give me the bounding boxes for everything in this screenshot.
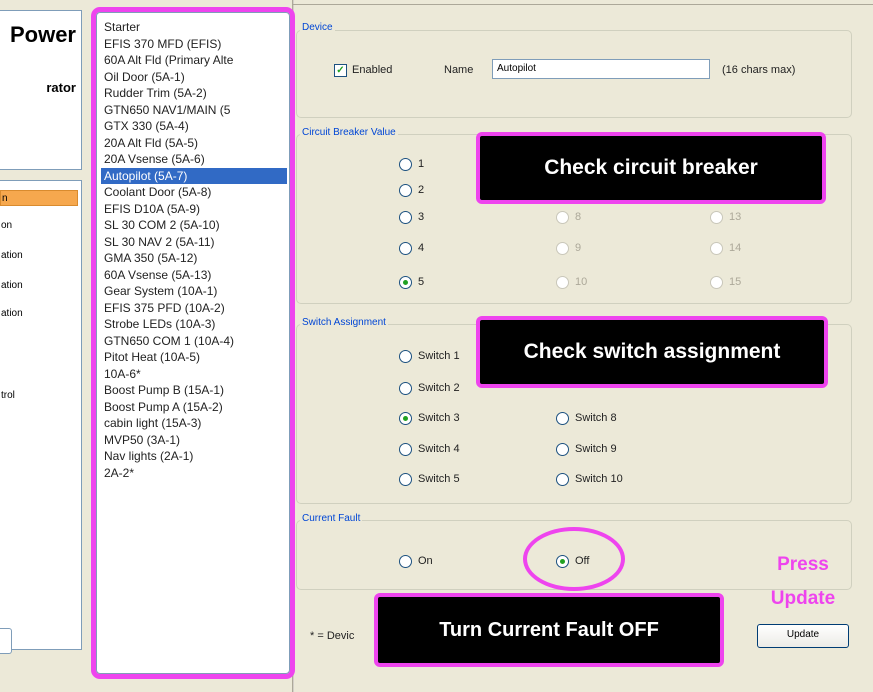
breaker-option-radio (710, 211, 723, 224)
switch-option-radio[interactable] (556, 443, 569, 456)
device-list-item[interactable]: Gear System (10A-1) (101, 283, 287, 300)
breaker-option-label: 4 (418, 242, 425, 254)
breaker-option-label: 3 (418, 211, 425, 223)
device-list-item[interactable]: 20A Alt Fld (5A-5) (101, 135, 287, 152)
enabled-checkbox[interactable]: ✓ (334, 64, 347, 77)
switch-option-label: Switch 10 (575, 473, 623, 485)
device-list-item[interactable]: 2A-2* (101, 465, 287, 482)
device-list-item[interactable]: MVP50 (3A-1) (101, 432, 287, 449)
device-list-item[interactable]: 10A-6* (101, 366, 287, 383)
breaker-group-label: Circuit Breaker Value (300, 127, 398, 138)
switch-option-label: Switch 2 (418, 382, 460, 394)
callout-check-breaker: Check circuit breaker (476, 132, 826, 204)
splitter[interactable] (292, 0, 294, 692)
device-list-item[interactable]: EFIS D10A (5A-9) (101, 201, 287, 218)
breaker-option-radio (556, 276, 569, 289)
nav-item-selected[interactable]: n (0, 190, 78, 206)
breaker-option-radio[interactable] (399, 184, 412, 197)
device-list-item[interactable]: Rudder Trim (5A-2) (101, 85, 287, 102)
switch-group-label: Switch Assignment (300, 317, 388, 328)
switch-option-radio[interactable] (399, 473, 412, 486)
top-divider (292, 4, 873, 5)
breaker-option-label: 2 (418, 184, 425, 196)
device-list-item[interactable]: 60A Vsense (5A-13) (101, 267, 287, 284)
fault-on-radio[interactable] (399, 555, 412, 568)
device-list-item[interactable]: Boost Pump A (15A-2) (101, 399, 287, 416)
app-title: Power (9, 22, 76, 47)
update-button[interactable]: Update (757, 624, 849, 648)
device-list-item[interactable]: SL 30 COM 2 (5A-10) (101, 217, 287, 234)
device-group-label: Device (300, 22, 335, 33)
breaker-option-radio (556, 211, 569, 224)
device-list-item[interactable]: 60A Alt Fld (Primary Alte (101, 52, 287, 69)
breaker-option-radio (710, 276, 723, 289)
device-list-item[interactable]: GTN650 NAV1/MAIN (5 (101, 102, 287, 119)
breaker-option-label: 9 (575, 242, 582, 254)
device-list-item[interactable]: Autopilot (5A-7) (101, 167, 287, 184)
callout-check-switch: Check switch assignment (476, 316, 828, 388)
switch-option-radio[interactable] (399, 443, 412, 456)
device-list-item[interactable]: GTN650 COM 1 (10A-4) (101, 333, 287, 350)
breaker-option-radio (710, 242, 723, 255)
nav-item[interactable]: trol (0, 388, 78, 404)
breaker-option-label: 5 (418, 276, 425, 288)
breaker-option-radio[interactable] (399, 211, 412, 224)
device-list-item[interactable]: Starter (101, 19, 287, 36)
switch-option-label: Switch 9 (575, 443, 617, 455)
press-text: Press (777, 554, 829, 575)
device-list-item[interactable]: GMA 350 (5A-12) (101, 250, 287, 267)
breaker-option-radio[interactable] (399, 158, 412, 171)
device-list-item[interactable]: Strobe LEDs (10A-3) (101, 316, 287, 333)
breaker-option-label: 10 (575, 276, 588, 288)
device-list-item[interactable]: Pitot Heat (10A-5) (101, 349, 287, 366)
switch-option-label: Switch 3 (418, 412, 460, 424)
enabled-label: Enabled (352, 64, 393, 76)
breaker-option-label: 15 (729, 276, 742, 288)
breaker-option-label: 14 (729, 242, 742, 254)
switch-option-radio[interactable] (399, 382, 412, 395)
update-text: Update (770, 588, 836, 609)
fault-on-label: On (418, 555, 433, 567)
switch-option-label: Switch 4 (418, 443, 460, 455)
switch-option-label: Switch 8 (575, 412, 617, 424)
device-list[interactable]: Starter EFIS 370 MFD (EFIS) 60A Alt Fld (P… (91, 7, 295, 679)
left-panel-button[interactable] (0, 628, 12, 654)
device-list-item[interactable]: Nav lights (2A-1) (101, 448, 287, 465)
device-list-item[interactable]: 20A Vsense (5A-6) (101, 151, 287, 168)
nav-item[interactable]: ation (0, 306, 78, 322)
app-subtitle: rator (46, 80, 76, 95)
nav-item[interactable]: ation (0, 278, 78, 294)
callout-turn-fault-off: Turn Current Fault OFF (374, 593, 724, 667)
breaker-option-radio (556, 242, 569, 255)
fault-group-label: Current Fault (300, 513, 363, 524)
name-hint: (16 chars max) (722, 64, 796, 76)
name-label: Name (444, 64, 474, 76)
device-list-item[interactable]: Boost Pump B (15A-1) (101, 382, 287, 399)
breaker-option-radio[interactable] (399, 276, 412, 289)
off-highlight-circle (523, 527, 625, 591)
switch-option-radio[interactable] (399, 350, 412, 363)
switch-option-label: Switch 1 (418, 350, 460, 362)
nav-item[interactable]: on (0, 218, 78, 234)
device-list-item[interactable]: cabin light (15A-3) (101, 415, 287, 432)
device-list-item[interactable]: EFIS 370 MFD (EFIS) (101, 36, 287, 53)
switch-option-radio[interactable] (556, 473, 569, 486)
device-list-items: Starter EFIS 370 MFD (EFIS) 60A Alt Fld (P… (101, 19, 287, 481)
switch-option-label: Switch 5 (418, 473, 460, 485)
device-list-item[interactable]: Coolant Door (5A-8) (101, 184, 287, 201)
device-list-item[interactable]: GTX 330 (5A-4) (101, 118, 287, 135)
breaker-option-label: 13 (729, 211, 742, 223)
name-input[interactable]: Autopilot (492, 59, 710, 79)
device-list-item[interactable]: EFIS 375 PFD (10A-2) (101, 300, 287, 317)
footer-note: * = Devic (310, 630, 355, 642)
breaker-option-label: 1 (418, 158, 425, 170)
nav-item[interactable]: ation (0, 248, 78, 264)
check-icon: ✓ (336, 65, 345, 76)
switch-option-radio[interactable] (556, 412, 569, 425)
device-list-item[interactable]: Oil Door (5A-1) (101, 69, 287, 86)
breaker-option-label: 8 (575, 211, 582, 223)
breaker-option-radio[interactable] (399, 242, 412, 255)
switch-option-radio[interactable] (399, 412, 412, 425)
device-list-item[interactable]: SL 30 NAV 2 (5A-11) (101, 234, 287, 251)
